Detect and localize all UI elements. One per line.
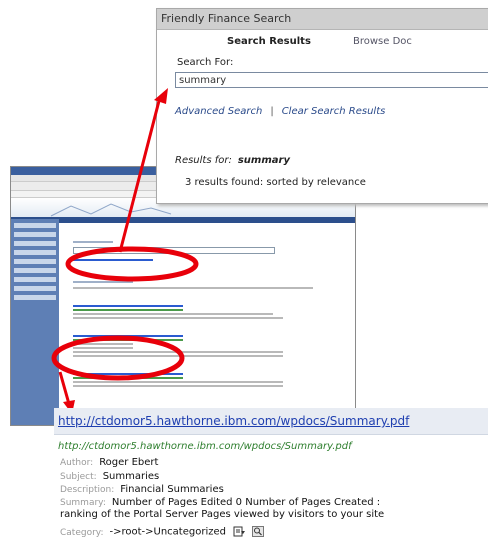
- author-value: Roger Ebert: [99, 457, 159, 468]
- subject-label: Subject:: [60, 472, 97, 482]
- category-row: Category: ->root->Uncategorized: [60, 526, 265, 538]
- result-url[interactable]: http://ctdomor5.hawthorne.ibm.com/wpdocs…: [58, 441, 352, 452]
- summary-line-2: ranking of the Portal Server Pages viewe…: [60, 509, 385, 520]
- result-detail-callout: http://ctdomor5.hawthorne.ibm.com/wpdocs…: [54, 408, 488, 543]
- subject-row: Subject: Summaries: [60, 471, 159, 482]
- magnifier-icon[interactable]: [252, 526, 265, 537]
- subject-value: Summaries: [102, 471, 160, 482]
- category-value: ->root->Uncategorized: [109, 526, 226, 538]
- arrow-head-top-icon: [154, 88, 168, 104]
- author-label: Author:: [60, 458, 94, 468]
- summary-row: Summary: Number of Pages Edited 0 Number …: [60, 497, 380, 508]
- result-header: http://ctdomor5.hawthorne.ibm.com/wpdocs…: [54, 408, 488, 435]
- arrow-to-result-detail: [58, 371, 71, 405]
- category-label: Category:: [60, 527, 104, 538]
- search-form-highlight-ellipse: [65, 246, 199, 282]
- description-label: Description:: [60, 485, 115, 495]
- document-icon[interactable]: [233, 526, 246, 537]
- result-title-link[interactable]: http://ctdomor5.hawthorne.ibm.com/wpdocs…: [58, 414, 409, 428]
- summary-label: Summary:: [60, 498, 106, 508]
- description-row: Description: Financial Summaries: [60, 484, 224, 495]
- author-row: Author: Roger Ebert: [60, 457, 158, 468]
- arrow-to-search-form: [118, 96, 162, 253]
- result-highlight-ellipse: [51, 335, 185, 381]
- description-value: Financial Summaries: [120, 484, 224, 495]
- summary-line-1: Number of Pages Edited 0 Number of Pages…: [111, 497, 381, 508]
